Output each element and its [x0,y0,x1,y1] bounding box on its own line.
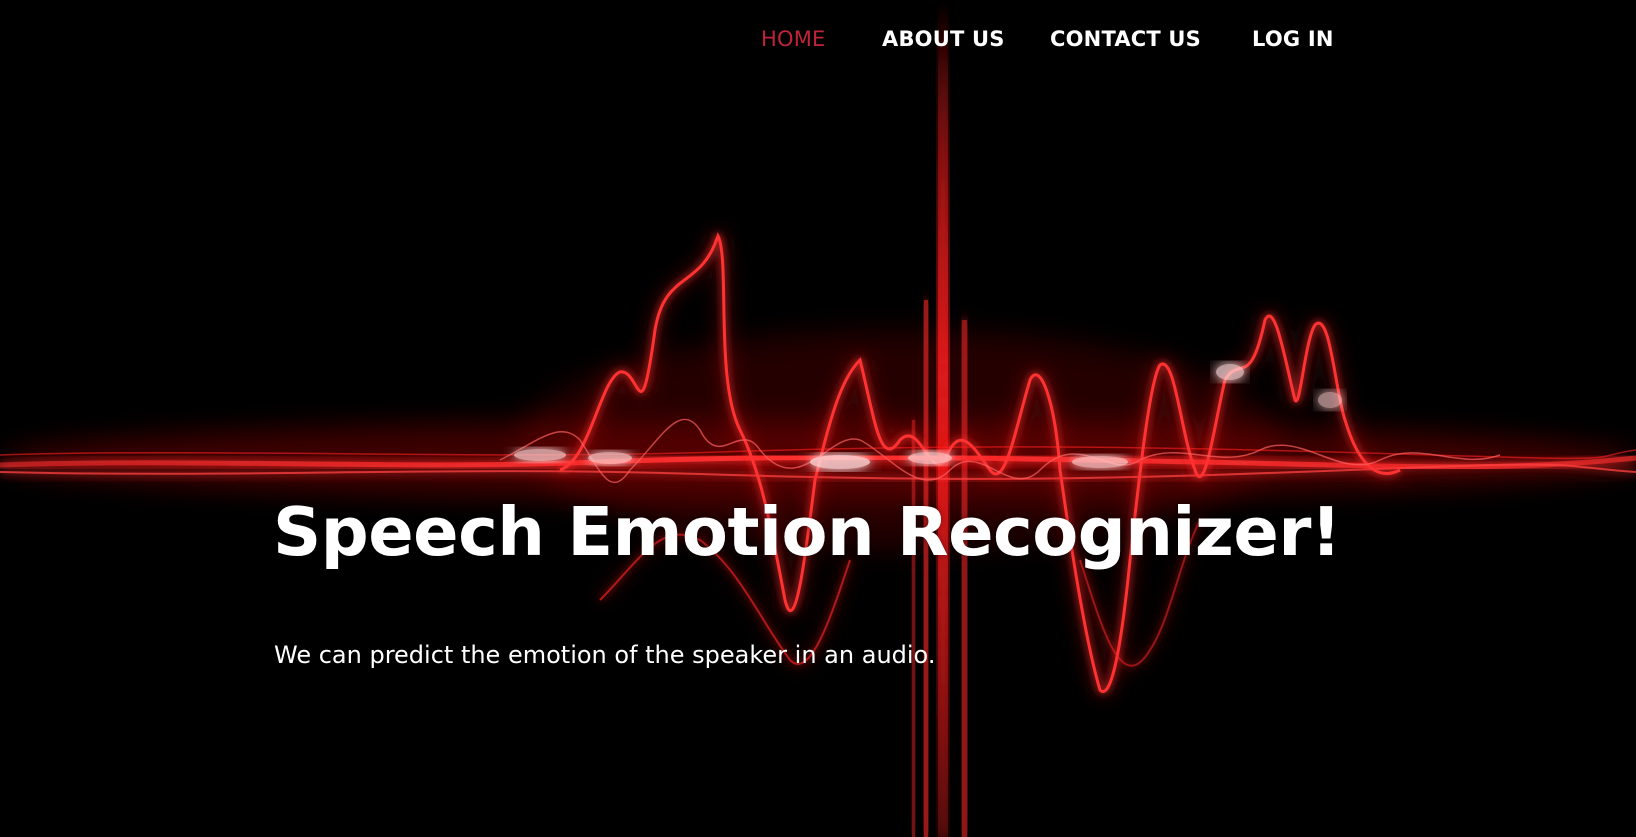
landing-page: HOME ABOUT US CONTACT US LOG IN Speech E… [0,0,1636,837]
nav-home-link[interactable]: HOME [761,24,826,54]
sound-wave-background [0,0,1636,837]
nav-contact-us-link[interactable]: CONTACT US [1050,24,1201,54]
hero-title: Speech Emotion Recognizer! [273,493,1341,571]
hero-subtitle: We can predict the emotion of the speake… [274,641,936,669]
top-navigation: HOME ABOUT US CONTACT US LOG IN [0,24,1636,54]
nav-log-in-link[interactable]: LOG IN [1252,24,1334,54]
nav-about-us-link[interactable]: ABOUT US [882,24,1005,54]
